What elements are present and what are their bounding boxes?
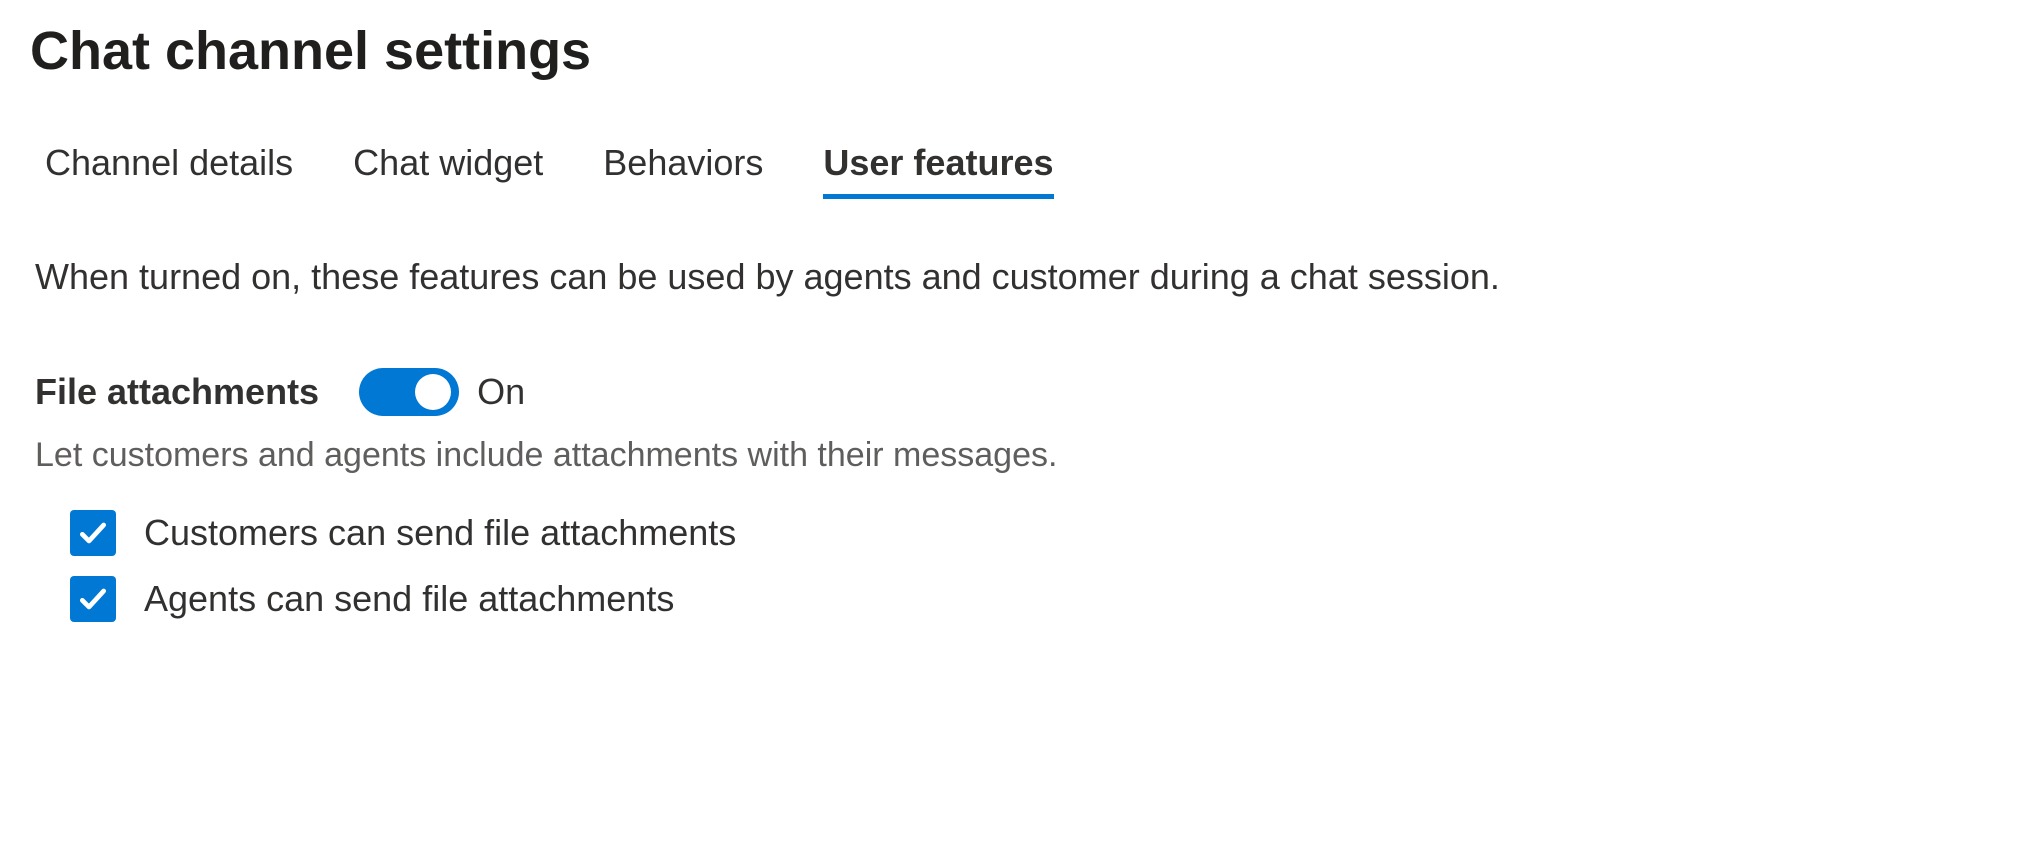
file-attachments-setting: File attachments On: [30, 368, 1999, 416]
checkbox-customers-send[interactable]: [70, 510, 116, 556]
check-icon: [77, 583, 109, 615]
tab-chat-widget[interactable]: Chat widget: [353, 142, 543, 196]
page-title: Chat channel settings: [30, 20, 1999, 82]
file-attachments-toggle-state: On: [477, 371, 525, 413]
toggle-knob-icon: [415, 374, 451, 410]
file-attachments-label: File attachments: [35, 371, 319, 413]
checkbox-row-agents: Agents can send file attachments: [70, 576, 1999, 622]
checkbox-customers-label: Customers can send file attachments: [144, 512, 736, 554]
checkbox-row-customers: Customers can send file attachments: [70, 510, 1999, 556]
checkbox-agents-label: Agents can send file attachments: [144, 578, 674, 620]
file-attachments-toggle-wrapper: On: [359, 368, 525, 416]
file-attachments-toggle[interactable]: [359, 368, 459, 416]
tab-channel-details[interactable]: Channel details: [45, 142, 293, 196]
tab-behaviors[interactable]: Behaviors: [603, 142, 763, 196]
file-attachments-helper: Let customers and agents include attachm…: [30, 436, 1999, 475]
checkbox-agents-send[interactable]: [70, 576, 116, 622]
tab-bar: Channel details Chat widget Behaviors Us…: [30, 142, 1999, 196]
check-icon: [77, 517, 109, 549]
file-attachments-options: Customers can send file attachments Agen…: [30, 510, 1999, 622]
tab-description: When turned on, these features can be us…: [30, 256, 1999, 298]
tab-user-features[interactable]: User features: [823, 142, 1053, 196]
